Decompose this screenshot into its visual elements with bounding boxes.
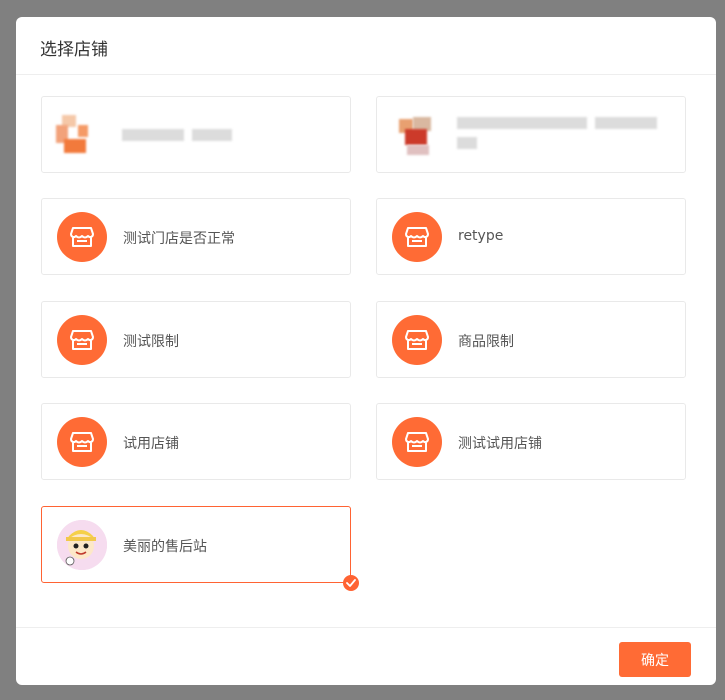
store-card-blurred-1[interactable] — [41, 96, 351, 173]
select-store-dialog: 选择店铺 测试门店是否正常 retype 测试限制 商品限制 试用店铺 测试试用… — [16, 17, 716, 685]
confirm-button[interactable]: 确定 — [619, 642, 691, 677]
blurred-store-name-2 — [595, 117, 657, 129]
store-card[interactable]: retype — [376, 198, 686, 275]
store-icon — [392, 417, 442, 467]
blurred-store-name-2 — [192, 129, 232, 141]
cartoon-avatar-icon — [57, 520, 107, 570]
store-name: 测试试用店铺 — [458, 436, 542, 452]
store-name: retype — [458, 228, 504, 244]
store-card[interactable]: 测试门店是否正常 — [41, 198, 351, 275]
store-name: 测试门店是否正常 — [123, 231, 235, 247]
store-icon — [392, 212, 442, 262]
store-icon — [57, 417, 107, 467]
store-name: 测试限制 — [123, 334, 179, 350]
store-card[interactable]: 测试试用店铺 — [376, 403, 686, 480]
blurred-store-name — [122, 129, 184, 141]
store-icon — [392, 315, 442, 365]
dialog-title: 选择店铺 — [16, 17, 716, 75]
store-name: 美丽的售后站 — [123, 539, 207, 555]
store-name: 试用店铺 — [123, 436, 179, 452]
store-icon — [57, 315, 107, 365]
dialog-footer: 确定 — [16, 627, 716, 685]
blurred-logo-icon — [56, 115, 92, 155]
store-card-blurred-2[interactable] — [376, 96, 686, 173]
store-name: 商品限制 — [458, 334, 514, 350]
store-card-selected[interactable]: 美丽的售后站 — [41, 506, 359, 591]
store-card[interactable]: 试用店铺 — [41, 403, 351, 480]
blurred-store-name — [457, 117, 587, 129]
store-card[interactable]: 商品限制 — [376, 301, 686, 378]
selected-check-icon — [343, 575, 359, 591]
blurred-store-name-3 — [457, 137, 477, 149]
store-icon — [57, 212, 107, 262]
store-card[interactable]: 测试限制 — [41, 301, 351, 378]
blurred-logo-icon — [399, 117, 439, 157]
